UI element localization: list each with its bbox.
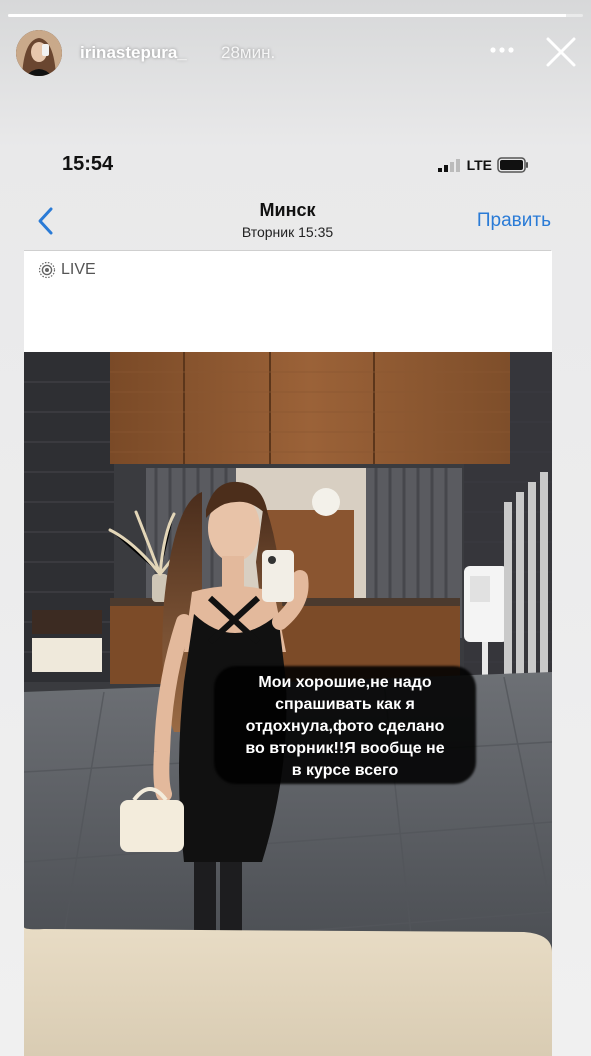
story-time-ago: 28мин. (221, 43, 276, 62)
phone-status-bar: 15:54 LTE (0, 148, 591, 182)
story-header: irinastepura_ 28мин. (16, 28, 577, 78)
signal-icon (437, 159, 460, 172)
story-caption: Мои хорошие,не надо спрашивать как я отд… (222, 672, 468, 782)
caption-line: отдохнула,фото сделано (245, 718, 445, 735)
caption-line: во вторник!!Я вообще не (245, 740, 445, 757)
story-progress-fill (8, 14, 566, 17)
caption-line: в курсе всего (291, 762, 399, 779)
edit-button[interactable]: Править (477, 210, 551, 232)
status-icons: LTE (437, 156, 529, 174)
avatar[interactable] (16, 30, 62, 76)
story-progress-bar (8, 14, 583, 17)
live-badge[interactable]: LIVE (38, 261, 96, 279)
status-clock: 15:54 (62, 153, 114, 175)
location-title: Минск (259, 200, 316, 220)
live-label: LIVE (61, 261, 96, 278)
more-options-button[interactable] (487, 40, 517, 60)
more-horizontal-icon (490, 47, 514, 53)
live-photo-icon (38, 261, 56, 279)
battery-icon (497, 157, 528, 173)
story-username[interactable]: irinastepura_ (80, 43, 187, 63)
photos-nav-bar: Минск Вторник 15:35 Править (24, 196, 551, 251)
close-story-button[interactable] (545, 36, 577, 68)
close-icon (546, 37, 576, 67)
live-photo-header: LIVE (24, 251, 552, 352)
network-label: LTE (466, 157, 492, 173)
date-subtitle: Вторник 15:35 (241, 224, 334, 240)
caption-line: Мои хорошие,не надо (258, 674, 432, 691)
caption-line: спрашивать как я (275, 696, 415, 713)
